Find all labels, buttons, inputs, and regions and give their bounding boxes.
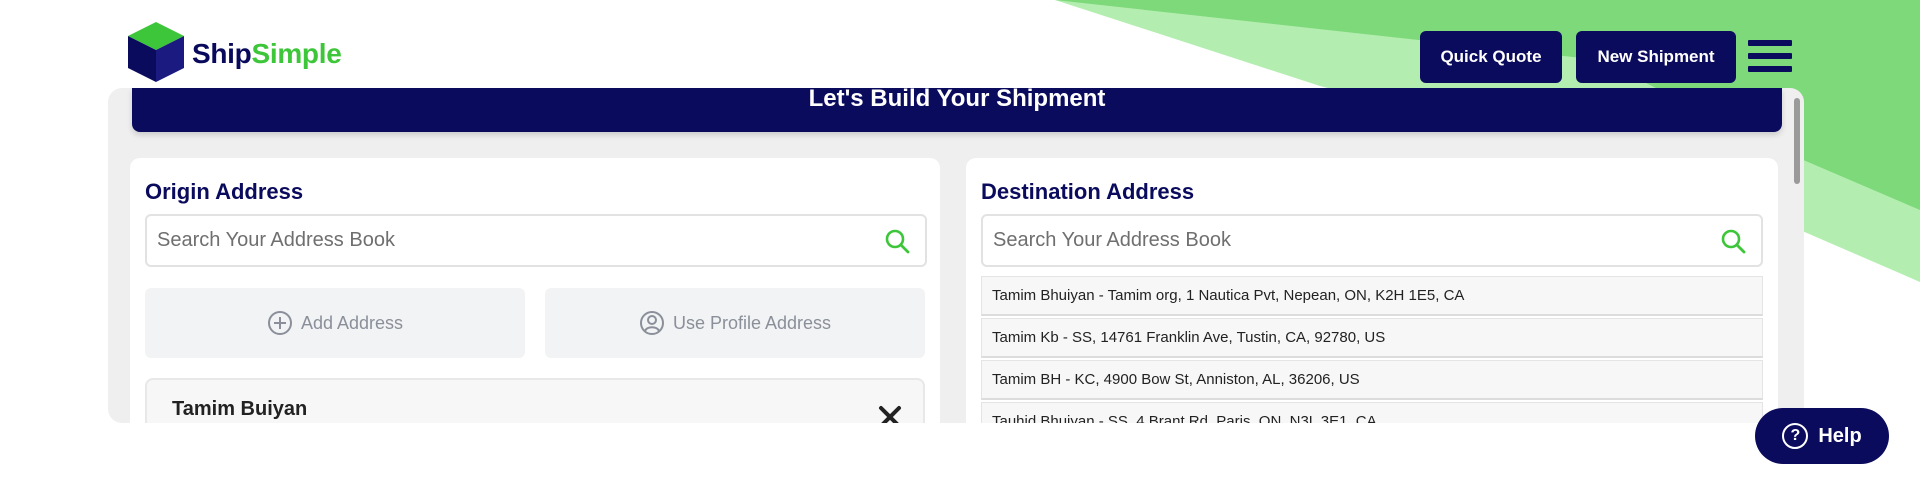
hamburger-menu-icon[interactable] [1748, 40, 1792, 72]
origin-address-title: Origin Address [145, 179, 304, 204]
use-profile-address-label: Use Profile Address [672, 312, 832, 333]
origin-search-field [145, 214, 927, 267]
brand-name: ShipSimple [192, 38, 342, 70]
destination-address-title: Destination Address [981, 179, 1195, 204]
shipsimple-logo[interactable]: ShipSimple [124, 20, 342, 84]
add-address-label: Add Address [300, 312, 404, 333]
brand-name-part2: Simple [251, 38, 342, 69]
help-button[interactable]: ? Help [1755, 408, 1889, 464]
question-circle-icon: ? [1782, 423, 1809, 449]
origin-search-input[interactable] [157, 229, 883, 252]
destination-search-field [981, 214, 1763, 267]
help-label: Help [1818, 424, 1862, 447]
cube-logo-icon [128, 22, 184, 82]
panel-scrollbar[interactable] [1794, 98, 1800, 184]
shipment-form-panel: Let's Build Your Shipment Origin Address… [108, 88, 1804, 423]
use-profile-address-button[interactable]: Use Profile Address [545, 288, 925, 358]
selected-origin-address: Tamim Buiyan [145, 378, 925, 423]
search-icon[interactable] [883, 227, 911, 255]
add-address-button[interactable]: Add Address [145, 288, 525, 358]
address-suggestion[interactable]: Tamim Bhuiyan - Tamim org, 1 Nautica Pvt… [981, 276, 1763, 316]
new-shipment-button[interactable]: New Shipment [1576, 31, 1736, 83]
top-header: ShipSimple Quick Quote New Shipment [0, 0, 1920, 90]
close-icon[interactable] [875, 402, 905, 423]
user-circle-icon [639, 311, 664, 335]
address-suggestion[interactable]: Tauhid Bhuiyan - SS, 4 Brant Rd, Paris, … [981, 402, 1763, 423]
address-suggestion[interactable]: Tamim Kb - SS, 14761 Franklin Ave, Tusti… [981, 318, 1763, 358]
search-icon[interactable] [1719, 227, 1747, 255]
brand-name-part1: Ship [192, 38, 252, 69]
origin-address-card: Origin Address Add Address Use Profile [130, 158, 940, 423]
destination-address-card: Destination Address Tamim Bhuiyan - Tami… [966, 158, 1778, 423]
plus-circle-icon [267, 311, 292, 335]
destination-search-input[interactable] [993, 229, 1719, 252]
page-title: Let's Build Your Shipment [132, 88, 1782, 132]
address-suggestions-list: Tamim Bhuiyan - Tamim org, 1 Nautica Pvt… [981, 276, 1763, 423]
address-suggestion[interactable]: Tamim BH - KC, 4900 Bow St, Anniston, AL… [981, 360, 1763, 400]
quick-quote-button[interactable]: Quick Quote [1420, 31, 1562, 83]
selected-origin-name: Tamim Buiyan [172, 398, 308, 420]
